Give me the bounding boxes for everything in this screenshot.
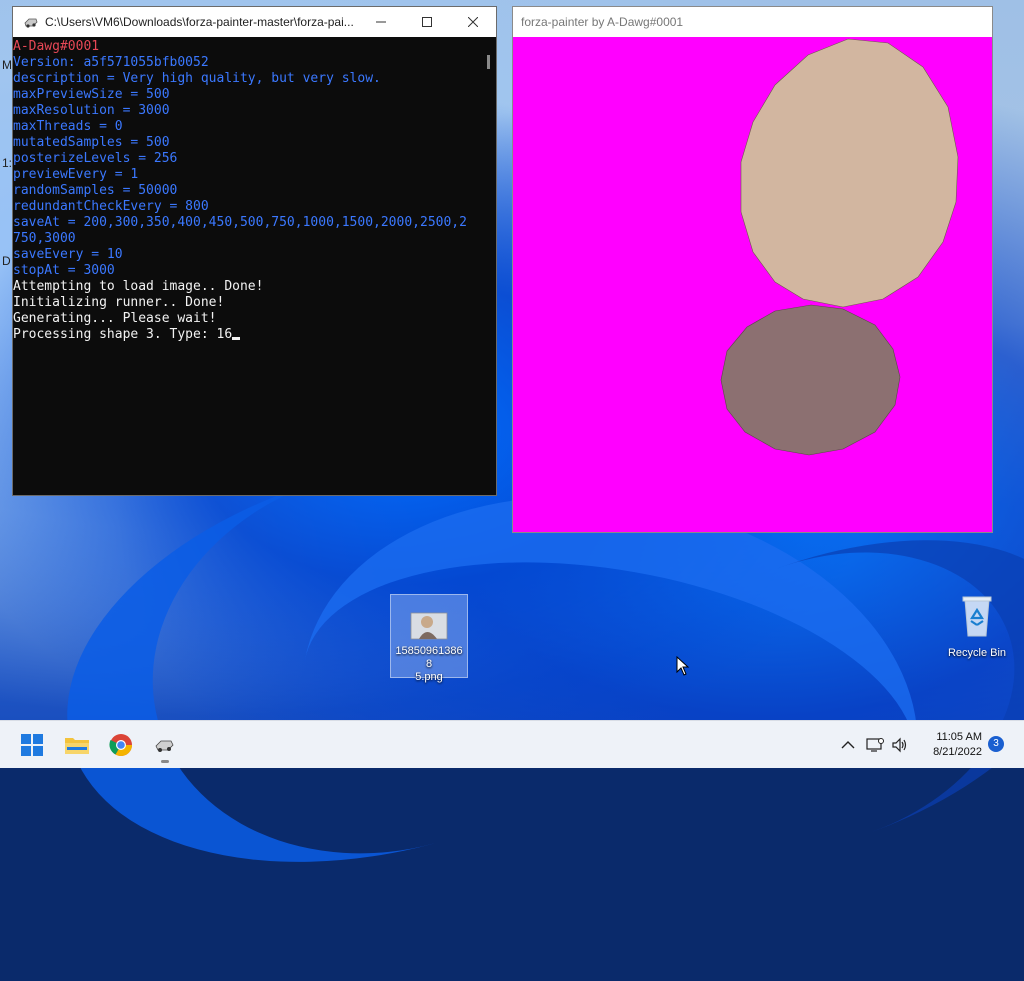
- desktop-label-fragment: M: [2, 58, 12, 72]
- painter-title: forza-painter by A-Dawg#0001: [521, 15, 684, 29]
- console-title: C:\Users\VM6\Downloads\forza-painter-mas…: [45, 15, 354, 29]
- console-line: previewEvery = 1: [13, 167, 139, 182]
- ellipse-tan-shape: [740, 38, 959, 308]
- console-line: description = Very high quality, but ver…: [13, 71, 381, 86]
- console-app-icon: [155, 740, 174, 752]
- file-explorer-icon: [65, 738, 89, 754]
- minimize-icon: [376, 21, 386, 23]
- console-line: saveAt = 200,300,350,400,450,500,750,100…: [13, 215, 467, 230]
- console-line: Attempting to load image.. Done!: [13, 279, 264, 294]
- desktop-label-fragment: D: [2, 254, 11, 268]
- ellipse-mauve-shape: [720, 304, 901, 456]
- scrollbar-thumb[interactable]: [487, 55, 490, 69]
- recycle-bin-icon: [962, 596, 992, 637]
- painter-preview-svg: [720, 38, 959, 456]
- close-icon: [468, 17, 478, 27]
- console-line: randomSamples = 50000: [13, 183, 178, 198]
- recycle-bin[interactable]: Recycle Bin: [942, 594, 1012, 659]
- notification-badge[interactable]: 3: [988, 736, 1004, 752]
- console-line: maxPreviewSize = 500: [13, 87, 170, 102]
- chrome-icon: [109, 734, 132, 756]
- console-scrollbar[interactable]: [482, 37, 496, 495]
- file-explorer-button[interactable]: [59, 727, 95, 763]
- maximize-icon: [422, 17, 432, 27]
- taskbar: 11:05 AM 8/21/2022: [0, 720, 1024, 768]
- image-thumbnail-icon: [409, 609, 449, 641]
- painter-canvas: [513, 37, 992, 532]
- console-line: mutatedSamples = 500: [13, 135, 170, 150]
- console-line: saveEvery = 10: [13, 247, 123, 262]
- running-indicator: [161, 760, 169, 763]
- console-line: 750,3000: [13, 231, 76, 246]
- console-line: A-Dawg#0001: [13, 39, 100, 54]
- painter-titlebar[interactable]: forza-painter by A-Dawg#0001: [513, 7, 992, 37]
- desktop-file-label: 158509613868 5.png: [395, 645, 463, 683]
- console-line: redundantCheckEvery = 800: [13, 199, 209, 214]
- clock-date: 8/21/2022: [933, 746, 982, 758]
- maximize-button[interactable]: [404, 7, 450, 37]
- start-icon: [21, 734, 43, 756]
- console-line: maxResolution = 3000: [13, 103, 170, 118]
- chrome-button[interactable]: [103, 727, 139, 763]
- volume-icon: [892, 737, 907, 753]
- console-line: Initializing runner.. Done!: [13, 295, 225, 310]
- mouse-cursor-icon: [676, 656, 690, 676]
- desktop-file-icon[interactable]: 158509613868 5.png: [390, 594, 468, 683]
- system-clock[interactable]: 11:05 AM 8/21/2022: [912, 730, 982, 760]
- recycle-bin-label: Recycle Bin: [947, 647, 1007, 659]
- console-line: Processing shape 3. Type: 16: [13, 327, 482, 343]
- minimize-button[interactable]: [358, 7, 404, 37]
- chevron-up-icon: [841, 741, 855, 749]
- start-button[interactable]: [14, 727, 50, 763]
- console-window[interactable]: C:\Users\VM6\Downloads\forza-painter-mas…: [12, 6, 497, 496]
- console-app-icon: [24, 18, 38, 28]
- painter-window[interactable]: forza-painter by A-Dawg#0001: [512, 6, 993, 533]
- console-titlebar[interactable]: C:\Users\VM6\Downloads\forza-painter-mas…: [13, 7, 496, 37]
- console-line: Generating... Please wait!: [13, 311, 217, 326]
- console-line: stopAt = 3000: [13, 263, 115, 278]
- console-output[interactable]: A-Dawg#0001 Version: a5f571055bfb0052 desc…: [13, 37, 482, 495]
- close-button[interactable]: [450, 7, 496, 37]
- text-cursor: [232, 337, 241, 340]
- desktop-label-fragment: 1:: [2, 156, 13, 170]
- console-line: Version: a5f571055bfb0052: [13, 55, 209, 70]
- clock-time: 11:05 AM: [936, 731, 982, 743]
- console-line: maxThreads = 0: [13, 119, 123, 134]
- console-line: posterizeLevels = 256: [13, 151, 178, 166]
- console-taskbar-button[interactable]: [147, 727, 183, 763]
